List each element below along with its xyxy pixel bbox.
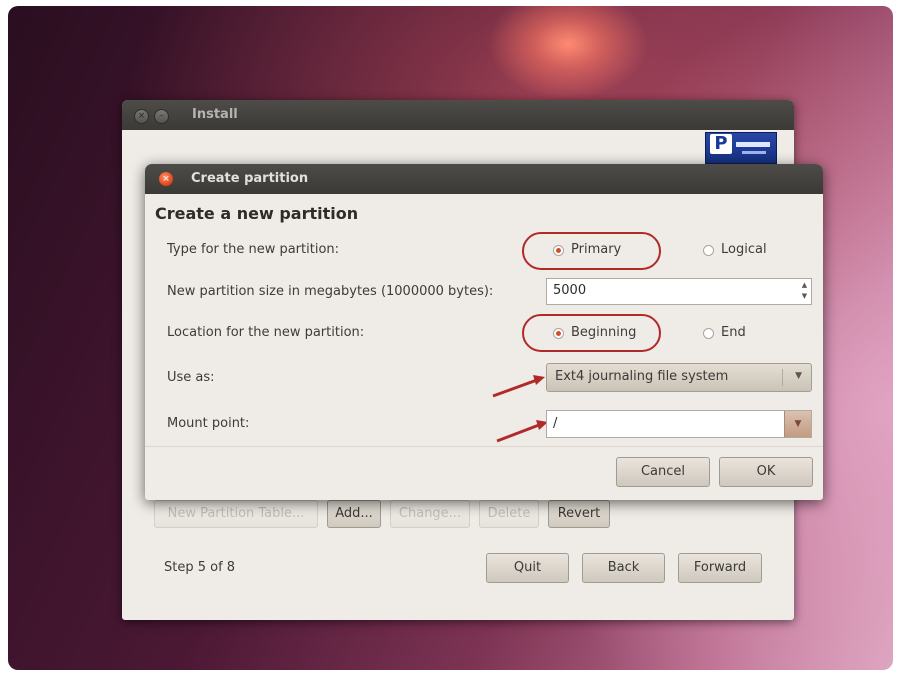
quit-button[interactable]: Quit	[486, 553, 569, 583]
dialog-titlebar: × Create partition	[145, 164, 823, 194]
partition-size-value[interactable]: 5000	[553, 283, 586, 298]
spin-up-icon[interactable]: ▲	[800, 281, 809, 290]
new-partition-table-button[interactable]: New Partition Table...	[154, 500, 318, 528]
location-label: Location for the new partition:	[167, 325, 365, 340]
minimize-icon[interactable]: –	[154, 109, 169, 124]
dialog-title: Create partition	[191, 171, 309, 186]
end-radio[interactable]	[703, 328, 714, 339]
add-button[interactable]: Add...	[327, 500, 381, 528]
revert-button[interactable]: Revert	[548, 500, 610, 528]
arrow-annotation-icon	[492, 375, 545, 398]
create-partition-dialog: × Create partition Create a new partitio…	[145, 164, 823, 500]
close-icon[interactable]: ×	[134, 109, 149, 124]
delete-button[interactable]: Delete	[479, 500, 539, 528]
close-icon[interactable]: ×	[159, 172, 173, 186]
step-indicator: Step 5 of 8	[164, 560, 236, 575]
change-button[interactable]: Change...	[390, 500, 470, 528]
logo-bar-2	[742, 151, 766, 154]
arrow-annotation-icon	[496, 420, 548, 443]
use-as-label: Use as:	[167, 370, 215, 385]
use-as-value[interactable]: Ext4 journaling file system	[555, 369, 728, 384]
logo-bar-1	[736, 142, 770, 147]
logo-mark: P	[710, 134, 732, 154]
dialog-heading: Create a new partition	[155, 204, 359, 223]
install-title: Install	[192, 107, 238, 122]
dialog-divider	[145, 446, 823, 447]
beginning-radio-label[interactable]: Beginning	[571, 325, 636, 340]
beginning-radio[interactable]	[553, 328, 564, 339]
primary-radio[interactable]	[553, 245, 564, 256]
partition-size-spinbox[interactable]: 5000 ▲ ▼	[546, 278, 812, 305]
spin-down-icon[interactable]: ▼	[800, 292, 809, 301]
logical-radio-label[interactable]: Logical	[721, 242, 767, 257]
type-label: Type for the new partition:	[167, 242, 340, 257]
mount-point-value[interactable]: /	[553, 416, 557, 431]
mount-point-label: Mount point:	[167, 416, 250, 431]
mount-point-combobox[interactable]: / ▼	[546, 410, 812, 438]
install-titlebar: × – Install	[122, 100, 794, 130]
size-label: New partition size in megabytes (1000000…	[167, 284, 494, 299]
logical-radio[interactable]	[703, 245, 714, 256]
forward-button[interactable]: Forward	[678, 553, 762, 583]
dropdown-icon[interactable]: ▼	[795, 371, 802, 381]
use-as-dropdown[interactable]: Ext4 journaling file system ▼	[546, 363, 812, 392]
dropdown-icon[interactable]: ▼	[784, 411, 811, 437]
primary-radio-label[interactable]: Primary	[571, 242, 621, 257]
cancel-button[interactable]: Cancel	[616, 457, 710, 487]
end-radio-label[interactable]: End	[721, 325, 746, 340]
logo: P	[705, 132, 777, 164]
dropdown-separator	[782, 369, 783, 386]
back-button[interactable]: Back	[582, 553, 665, 583]
ok-button[interactable]: OK	[719, 457, 813, 487]
